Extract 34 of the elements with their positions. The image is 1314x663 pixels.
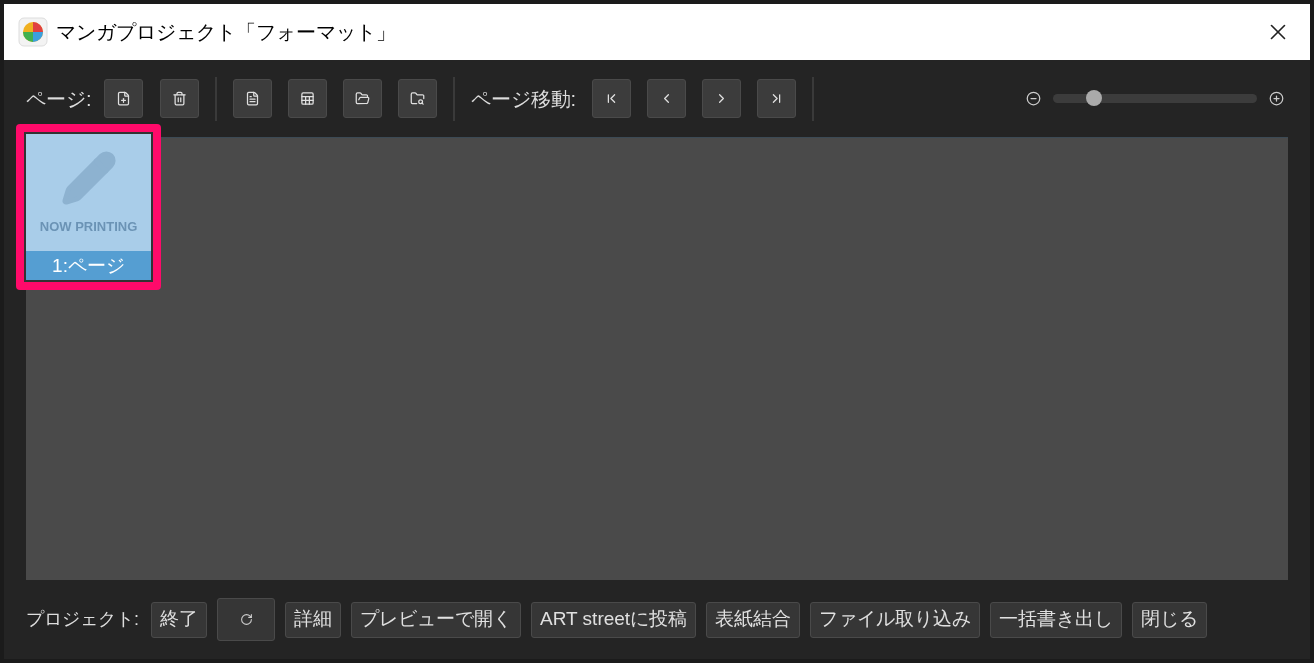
- table-icon: [299, 91, 315, 106]
- footer-button[interactable]: 詳細: [285, 601, 341, 638]
- table-button[interactable]: [287, 79, 327, 118]
- refresh-icon: [239, 613, 253, 626]
- page-label: 1:ページ: [26, 251, 151, 280]
- folder-search-button[interactable]: [397, 79, 437, 118]
- folder-search-icon: [409, 91, 425, 106]
- footer-button[interactable]: ファイル取り込み: [810, 601, 981, 638]
- window-title: マンガプロジェクト「フォーマット」: [56, 20, 396, 45]
- project-label: プロジェクト:: [26, 608, 139, 631]
- document-icon: [244, 91, 260, 106]
- pencil-icon: [59, 148, 118, 207]
- footer-button[interactable]: 終了: [151, 601, 207, 638]
- delete-icon: [171, 91, 187, 106]
- add-page-icon: [115, 91, 131, 106]
- slider-thumb[interactable]: [1085, 90, 1102, 106]
- add-page-button[interactable]: [103, 79, 143, 118]
- last-page-button[interactable]: [757, 79, 797, 118]
- page-navigation-label: ページ移動:: [470, 86, 577, 112]
- open-folder-button[interactable]: [342, 79, 382, 118]
- document-button[interactable]: [232, 79, 272, 118]
- footer-button[interactable]: ART streetに投稿: [531, 601, 697, 638]
- app-logo-icon: [18, 17, 48, 47]
- zoom-in-icon[interactable]: [1269, 91, 1284, 106]
- footer-button[interactable]: 表紙結合: [706, 601, 801, 638]
- delete-button[interactable]: [159, 79, 199, 118]
- footer-button[interactable]: プレビューで開く: [351, 601, 521, 638]
- footer-button[interactable]: 一括書き出し: [990, 601, 1123, 638]
- zoom-out-icon[interactable]: [1026, 91, 1041, 106]
- footer-button[interactable]: 閉じる: [1132, 601, 1208, 638]
- page-label: ページ:: [26, 86, 92, 112]
- open-folder-icon: [354, 91, 370, 106]
- placeholder-text: NOW PRINTING: [39, 217, 138, 236]
- first-page-button[interactable]: [592, 79, 632, 118]
